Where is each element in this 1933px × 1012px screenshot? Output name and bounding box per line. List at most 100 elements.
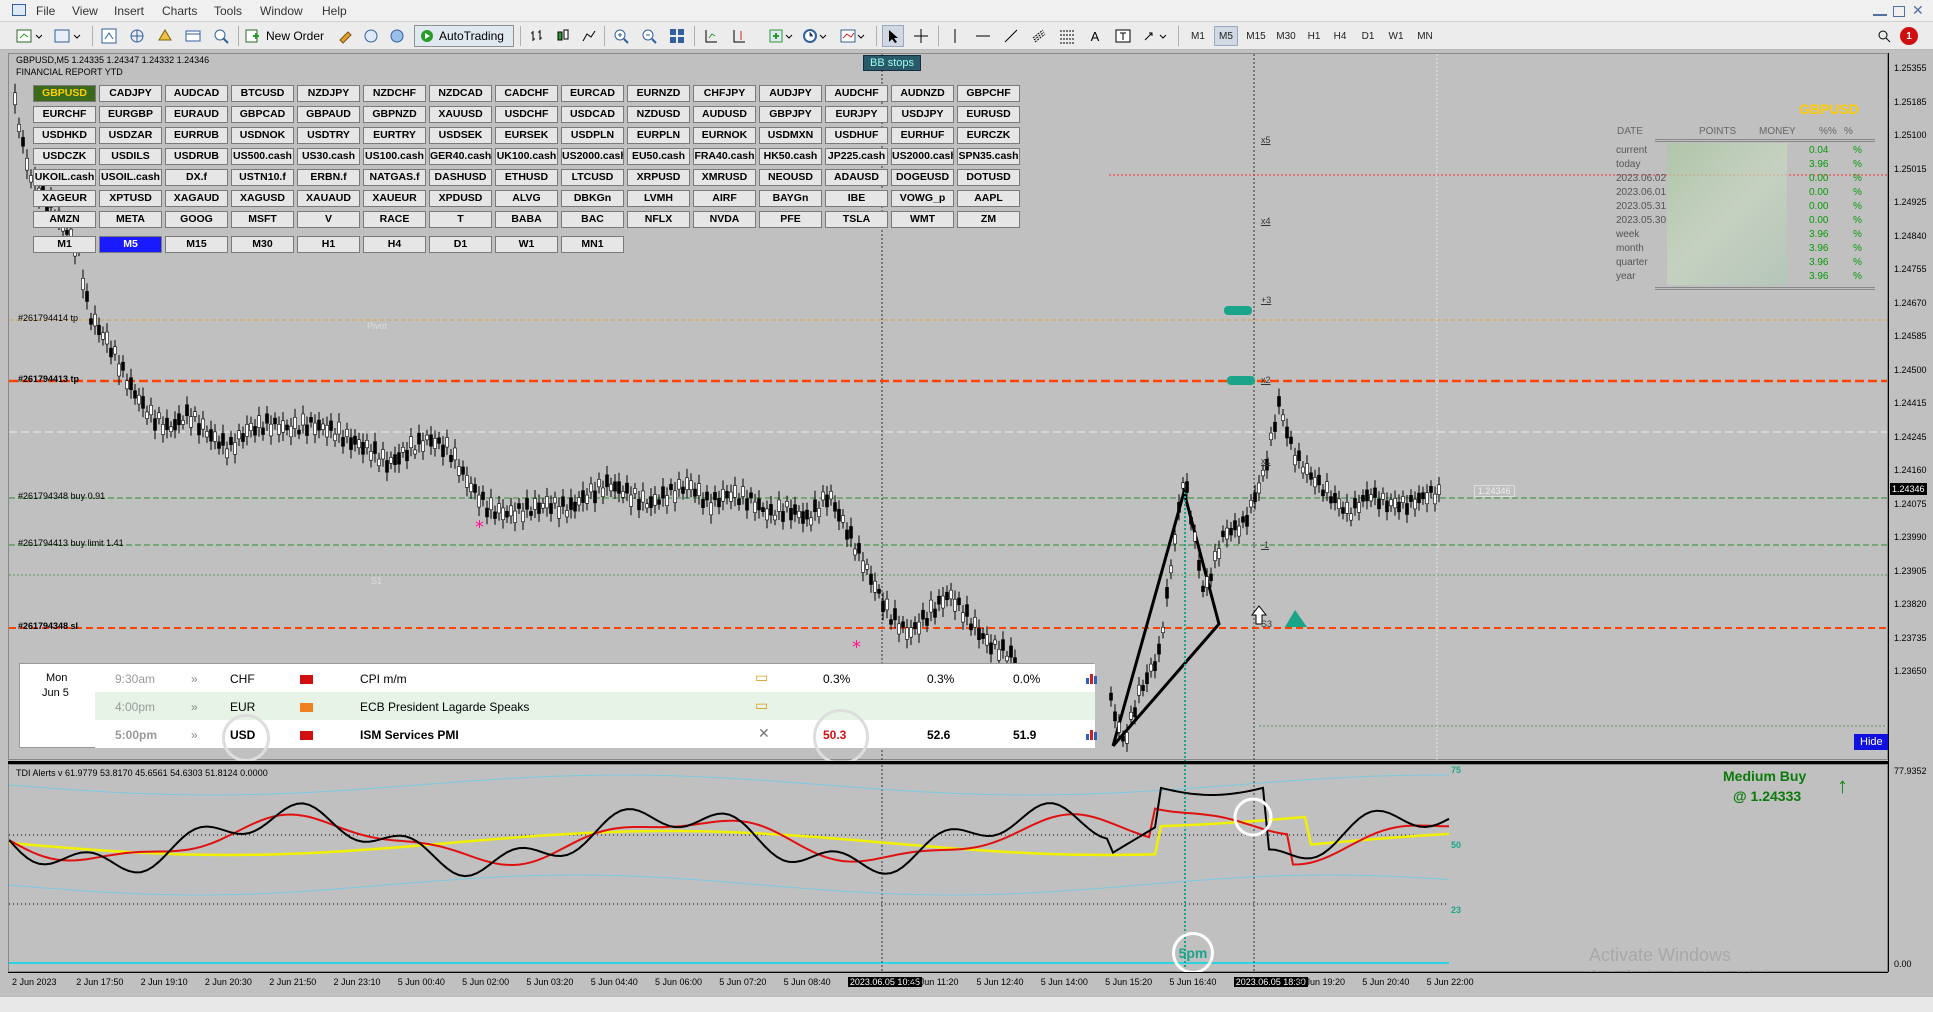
tile-windows-icon[interactable] bbox=[666, 25, 688, 47]
symbol-button[interactable]: GBPJPY bbox=[759, 106, 822, 123]
symbol-button[interactable]: NATGAS.f bbox=[363, 169, 426, 186]
symbol-button[interactable]: MSFT bbox=[231, 211, 294, 228]
symbol-button[interactable]: BTCUSD bbox=[231, 85, 294, 102]
symbol-button[interactable]: TSLA bbox=[825, 211, 888, 228]
auto-scroll-icon[interactable] bbox=[728, 25, 750, 47]
symbol-button[interactable]: AAPL bbox=[957, 190, 1020, 207]
symbol-button[interactable]: GBPCHF bbox=[957, 85, 1020, 102]
tf-m30[interactable]: M30 bbox=[1272, 26, 1300, 46]
symbol-button[interactable]: EURNOK bbox=[693, 127, 756, 144]
symbol-button[interactable]: US2000.cash bbox=[891, 148, 954, 165]
line-chart-icon[interactable] bbox=[578, 25, 600, 47]
symbol-button[interactable]: USDSEK bbox=[429, 127, 492, 144]
channel-icon[interactable] bbox=[1028, 25, 1050, 47]
symbol-button[interactable]: USDCZK bbox=[33, 148, 96, 165]
symbol-button[interactable]: XPDUSD bbox=[429, 190, 492, 207]
fibonacci-icon[interactable] bbox=[1056, 25, 1078, 47]
symbol-button[interactable]: DASHUSD bbox=[429, 169, 492, 186]
symbol-button[interactable]: XAGAUD bbox=[165, 190, 228, 207]
symbol-button[interactable]: AUDCAD bbox=[165, 85, 228, 102]
symbol-button[interactable]: UK100.cash bbox=[495, 148, 558, 165]
symbol-button[interactable]: T bbox=[429, 211, 492, 228]
symbol-button[interactable]: ADAUSD bbox=[825, 169, 888, 186]
symbol-button[interactable]: EURSEK bbox=[495, 127, 558, 144]
vertical-line-icon[interactable] bbox=[944, 25, 966, 47]
symbol-button[interactable]: USDJPY bbox=[891, 106, 954, 123]
tdi-chart[interactable] bbox=[9, 765, 1889, 973]
price-scale[interactable]: 1.25355 1.25185 1.25100 1.25015 1.24925 1.248… bbox=[1888, 53, 1933, 972]
symbol-button[interactable]: NZDCHF bbox=[363, 85, 426, 102]
symbol-button[interactable]: DOGEUSD bbox=[891, 169, 954, 186]
market-watch-icon[interactable] bbox=[98, 25, 120, 47]
symbol-button[interactable]: EURRUB bbox=[165, 127, 228, 144]
symbol-button[interactable]: XRPUSD bbox=[627, 169, 690, 186]
tf-m1[interactable]: M1 bbox=[1186, 26, 1210, 46]
menu-tools[interactable]: Tools bbox=[214, 4, 242, 18]
symbol-button[interactable]: LTCUSD bbox=[561, 169, 624, 186]
symbol-button[interactable]: AMZN bbox=[33, 211, 96, 228]
signals-icon[interactable] bbox=[360, 25, 382, 47]
symbol-button[interactable]: XAUAUD bbox=[297, 190, 360, 207]
symbol-button[interactable]: USDZAR bbox=[99, 127, 162, 144]
symbol-button[interactable]: USDCHF bbox=[495, 106, 558, 123]
symbol-button[interactable]: JP225.cash bbox=[825, 148, 888, 165]
calendar-event-row[interactable]: 9:30am » CHF CPI m/m ▭ 0.3% 0.3% 0.0% bbox=[95, 664, 1097, 692]
symbol-button[interactable]: FRA40.cash bbox=[693, 148, 756, 165]
tf-h1[interactable]: H1 bbox=[1302, 26, 1326, 46]
tf-d1[interactable]: D1 bbox=[1356, 26, 1380, 46]
autotrading-button[interactable]: AutoTrading bbox=[414, 25, 514, 47]
zoom-out-icon[interactable] bbox=[638, 25, 660, 47]
time-scale[interactable]: 2 Jun 2023 2 Jun 17:50 2 Jun 19:10 2 Jun 20… bbox=[8, 972, 1888, 992]
symbol-button[interactable]: XAUEUR bbox=[363, 190, 426, 207]
symbol-button[interactable]: GOOG bbox=[165, 211, 228, 228]
symbol-button[interactable]: USDILS bbox=[99, 148, 162, 165]
symbol-button[interactable]: CADJPY bbox=[99, 85, 162, 102]
symbol-button[interactable]: XPTUSD bbox=[99, 190, 162, 207]
symbol-button[interactable]: US30.cash bbox=[297, 148, 360, 165]
symbol-button[interactable]: VOWG_p bbox=[891, 190, 954, 207]
arrows-icon[interactable] bbox=[1140, 25, 1170, 47]
menu-insert[interactable]: Insert bbox=[114, 4, 144, 18]
tf-m15[interactable]: M15 bbox=[1242, 26, 1270, 46]
symbol-button[interactable]: LVMH bbox=[627, 190, 690, 207]
symbol-button[interactable]: NFLX bbox=[627, 211, 690, 228]
symbol-button[interactable]: SPN35.cash bbox=[957, 148, 1020, 165]
symbol-button[interactable]: BAC bbox=[561, 211, 624, 228]
symbol-button[interactable]: EURGBP bbox=[99, 106, 162, 123]
indicators-icon[interactable] bbox=[766, 25, 796, 47]
candlestick-icon[interactable] bbox=[552, 25, 574, 47]
timeframe-button[interactable]: M15 bbox=[165, 236, 228, 253]
symbol-button[interactable]: EURAUD bbox=[165, 106, 228, 123]
trendline-icon[interactable] bbox=[1000, 25, 1022, 47]
market-icon[interactable] bbox=[386, 25, 408, 47]
symbol-button[interactable]: ZM bbox=[957, 211, 1020, 228]
symbol-button[interactable]: EURNZD bbox=[627, 85, 690, 102]
tf-mn[interactable]: MN bbox=[1412, 26, 1438, 46]
symbol-button[interactable]: EURCAD bbox=[561, 85, 624, 102]
tdi-indicator-pane[interactable]: TDI Alerts v 61.9779 53.8170 45.6561 54.… bbox=[8, 764, 1889, 982]
tf-m5[interactable]: M5 bbox=[1214, 26, 1238, 46]
symbol-button[interactable]: NZDUSD bbox=[627, 106, 690, 123]
profiles-icon[interactable] bbox=[52, 25, 84, 47]
symbol-button[interactable]: DBKGn bbox=[561, 190, 624, 207]
chart-icon[interactable] bbox=[1085, 672, 1099, 687]
symbol-button[interactable]: GBPCAD bbox=[231, 106, 294, 123]
search-icon[interactable] bbox=[1874, 25, 1894, 47]
text-icon[interactable]: A bbox=[1084, 25, 1106, 47]
symbol-button[interactable]: USTN10.f bbox=[231, 169, 294, 186]
menu-help[interactable]: Help bbox=[322, 4, 347, 18]
new-chart-icon[interactable] bbox=[14, 25, 44, 47]
main-chart-pane[interactable]: * * GBPUSD,M5 1.24335 1.24347 1.24332 1.… bbox=[8, 53, 1889, 765]
symbol-button[interactable]: CADCHF bbox=[495, 85, 558, 102]
symbol-button[interactable]: V bbox=[297, 211, 360, 228]
symbol-button[interactable]: EURCHF bbox=[33, 106, 96, 123]
symbol-button[interactable]: AUDCHF bbox=[825, 85, 888, 102]
symbol-button[interactable]: ETHUSD bbox=[495, 169, 558, 186]
menu-file[interactable]: File bbox=[36, 4, 55, 18]
restore-button[interactable] bbox=[1893, 6, 1905, 17]
symbol-button[interactable]: AIRF bbox=[693, 190, 756, 207]
minimize-button[interactable] bbox=[1873, 14, 1887, 16]
timeframe-button[interactable]: MN1 bbox=[561, 236, 624, 253]
symbol-button[interactable]: DOTUSD bbox=[957, 169, 1020, 186]
symbol-button[interactable]: ALVG bbox=[495, 190, 558, 207]
